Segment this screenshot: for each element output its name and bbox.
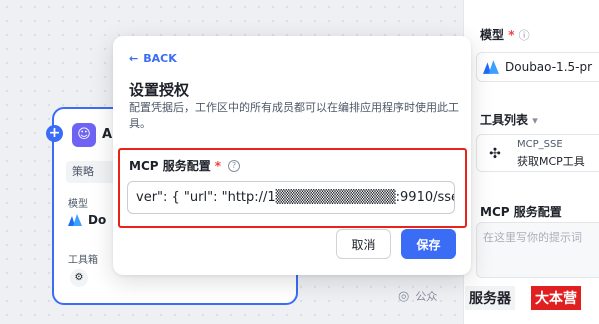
robot-icon: ☺	[72, 123, 96, 147]
back-button[interactable]: ← BACK	[129, 52, 177, 65]
arrow-left-icon: ←	[129, 52, 139, 65]
model-select[interactable]: Doubao-1.5-pr	[476, 52, 599, 82]
node-tools-label: 工具箱	[68, 255, 98, 266]
node-model-label: 模型	[68, 199, 88, 210]
tool-name: MCP_SSE	[517, 139, 563, 150]
tool-list-item[interactable]: ✣ MCP_SSE 获取MCP工具	[476, 134, 599, 172]
node-model-value: Do	[68, 213, 106, 227]
prompt-textarea[interactable]: 在这里写你的提示词	[476, 222, 599, 278]
chevron-down-icon: ▾	[532, 114, 538, 127]
node-title: A	[102, 127, 113, 142]
watermark-platform: ◎ 公众	[398, 288, 438, 304]
watermark-badge-left: 服务器	[465, 286, 515, 310]
mcp-config-input[interactable]: ver": { "url": "http://1▒▒▒▒▒▒▒▒▒▒▒▒:991…	[127, 181, 455, 214]
help-icon[interactable]: ?	[228, 159, 241, 172]
mcp-section-label: MCP 服务配置	[480, 205, 562, 219]
watermark-badge-right: 大本营	[531, 286, 581, 310]
required-star: *	[214, 158, 222, 173]
tool-description: 获取MCP工具	[517, 155, 585, 168]
wechat-icon: ◎	[398, 288, 410, 304]
tool-icon: ⚙	[70, 269, 88, 287]
save-button[interactable]: 保存	[401, 229, 456, 259]
mcp-tool-icon: ✣	[489, 146, 501, 162]
modal-title: 设置授权	[129, 81, 190, 99]
cancel-button[interactable]: 取消	[336, 229, 391, 259]
modal-description: 配置凭据后，工作区中的所有成员都可以在编排应用程序时使用此工具。	[129, 101, 459, 130]
mcp-config-label: MCP 服务配置 * ?	[129, 157, 241, 174]
config-panel: 模型 * ⓘ Doubao-1.5-pr 工具列表 ▾ ✣ MCP_SSE 获取…	[463, 0, 599, 324]
tools-section-label: 工具列表 ▾	[480, 113, 538, 127]
doubao-logo-icon	[483, 60, 499, 74]
add-node-button[interactable]: +	[46, 125, 63, 142]
model-section-label: 模型 * ⓘ	[480, 28, 530, 42]
help-icon: ⓘ	[518, 29, 530, 42]
doubao-logo-icon	[68, 214, 82, 226]
auth-settings-modal: ← BACK 设置授权 配置凭据后，工作区中的所有成员都可以在编排应用程序时使用…	[113, 36, 471, 275]
